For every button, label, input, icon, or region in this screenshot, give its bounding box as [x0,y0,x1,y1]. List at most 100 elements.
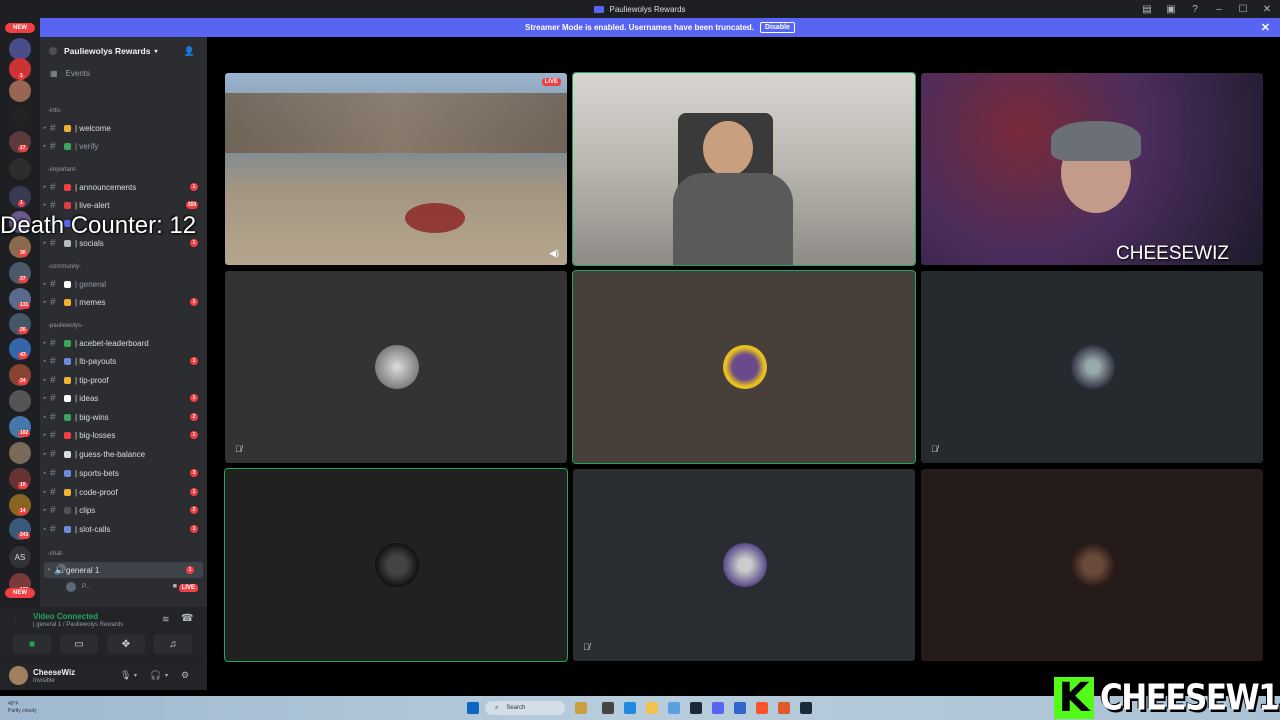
edge-icon[interactable] [624,702,636,714]
unread-badge: 3 [190,469,198,477]
microphone-icon[interactable]: 🎙 [120,670,131,681]
taskbar-search[interactable]: ⌕ Search [485,701,565,715]
screen-icon[interactable]: ▣ [1166,4,1176,15]
camera-button[interactable]: ■ [13,634,51,654]
chrome-icon[interactable] [668,702,680,714]
server-icon[interactable] [9,80,31,102]
server-icon[interactable] [9,38,31,60]
search-label: Search [506,705,526,711]
server-icon[interactable] [9,158,31,180]
discord-icon[interactable] [712,702,724,714]
channel-item[interactable]: ▸ # | slot-calls 1 [40,521,207,537]
participant-avatar [375,345,419,389]
volume-icon[interactable]: ◀) [549,248,559,259]
voice-channel-general-1[interactable]: ▾ 🔊 general 1 1 [44,562,203,578]
window-titlebar: Pauliewolys Rewards ▤ ▣ ? – ☐ ✕ [0,0,1280,18]
noise-suppression-icon[interactable]: ≋ [162,614,170,625]
start-icon[interactable] [467,702,479,714]
unread-badge: 1 [190,525,198,533]
signal-icon[interactable]: ⫶ [14,615,16,625]
category-header[interactable]: -info- [48,108,62,114]
channel-item[interactable]: ▸ # | big-wins 2 [40,409,207,425]
server-icon[interactable] [9,106,31,128]
soundboard-button[interactable]: ♫ [154,634,192,654]
server-icon-as[interactable]: AS [9,546,31,568]
caret-icon: ▸ [43,507,47,513]
brave-icon[interactable] [756,702,768,714]
channel-item[interactable]: ▸ # | tip-proof [40,372,207,388]
channel-item[interactable]: ▸ # | guess-the-balance [40,446,207,462]
calendar-icon: ▦ [50,68,58,78]
channel-item[interactable]: ▸ # | clips 2 [40,502,207,518]
inbox-icon[interactable]: ▤ [1142,4,1152,15]
participant-tile[interactable] [572,270,916,464]
participant-tile[interactable]: 🎙̸ [921,271,1263,463]
participant-tile[interactable]: 🎙̸ [225,271,567,463]
voice-channel-name: general 1 [66,565,100,575]
soundboard-icon: ♫ [169,638,177,650]
invite-icon[interactable]: 👤 [184,46,195,57]
screen-share-button[interactable]: ▭ [60,634,98,654]
events-item[interactable]: ▦ Events [40,65,207,81]
task-view-icon[interactable] [602,702,614,714]
taskbar-app-icon[interactable] [575,702,587,714]
webcam-tile-1[interactable] [572,72,916,266]
disable-streamer-mode-button[interactable]: Disable [760,22,795,33]
channel-item[interactable]: ▸ # | lb-payouts 1 [40,353,207,369]
stream-tile[interactable]: LIVE ◀) [225,73,567,265]
channel-item[interactable]: ▸ # | welcome [40,120,207,136]
server-header[interactable]: Pauliewolys Rewards ▾ 👤 [40,37,207,65]
participant-tile[interactable] [921,469,1263,661]
webcam-tile-2[interactable]: CHEESEWIZ [921,73,1263,265]
camera-icon: ■ [172,583,177,590]
category-header[interactable]: -important- [48,167,77,173]
taskbar-app-icon[interactable] [734,702,746,714]
chevron-down-icon[interactable]: ▾ [134,672,137,679]
channel-item[interactable]: ▸ # | memes 1 [40,294,207,310]
settings-gear-icon[interactable]: ⚙ [181,670,189,681]
caret-icon: ▸ [43,377,47,383]
channel-item[interactable]: ▸ # | big-losses 1 [40,427,207,443]
channel-item[interactable]: ▸ # | general [40,276,207,292]
new-indicator[interactable]: NEW [5,588,35,598]
steam-icon[interactable] [690,702,702,714]
headphones-icon[interactable]: 🎧 [150,670,161,681]
minimize-icon[interactable]: – [1214,4,1224,15]
category-header[interactable]: -community- [48,264,81,270]
category-header[interactable]: -pauliewolys- [48,323,83,329]
activities-button[interactable]: ✥ [107,634,145,654]
channel-item[interactable]: ▸ # | sports-bets 3 [40,465,207,481]
close-banner-icon[interactable]: ✕ [1261,21,1270,34]
channel-item[interactable]: ▸ # | announcements 1 [40,179,207,195]
channel-emoji-icon [64,450,71,458]
voice-member-name[interactable]: P... [82,584,90,590]
channel-item[interactable]: ▸ # | ideas 1 [40,390,207,406]
unread-badge: 1 [190,239,198,247]
file-explorer-icon[interactable] [646,702,658,714]
voice-member-avatar[interactable] [66,582,76,592]
close-window-icon[interactable]: ✕ [1262,4,1272,15]
help-icon[interactable]: ? [1190,4,1200,15]
channel-item[interactable]: ▸ # | live-alert 169 [40,197,207,213]
channel-item[interactable]: ▸ # | code-proof 1 [40,484,207,500]
steam-icon[interactable] [800,702,812,714]
muted-icon: 🎙̸ [931,444,938,454]
channel-item[interactable]: ▸ # | acebet-leaderboard [40,335,207,351]
server-icon[interactable] [9,442,31,464]
taskbar-app-icon[interactable] [778,702,790,714]
server-icon[interactable] [9,390,31,412]
disconnect-icon[interactable]: ☎ [181,613,193,624]
channel-item[interactable]: ▸ # | verify [40,138,207,154]
avatar[interactable] [9,666,28,685]
maximize-icon[interactable]: ☐ [1238,4,1248,15]
chevron-down-icon[interactable]: ▾ [165,672,168,679]
category-header[interactable]: -chat- [48,551,63,557]
username[interactable]: CheeseWiz [33,668,75,677]
caret-icon: ▸ [43,184,47,190]
participant-tile[interactable] [224,468,568,662]
weather-widget[interactable]: 49°F Partly cloudy [8,701,37,715]
voice-status[interactable]: Video Connected [33,612,98,621]
participant-tile[interactable]: 🎙̸ [573,469,915,661]
channel-name: | acebet-leaderboard [75,338,149,348]
new-indicator[interactable]: NEW [5,23,35,33]
